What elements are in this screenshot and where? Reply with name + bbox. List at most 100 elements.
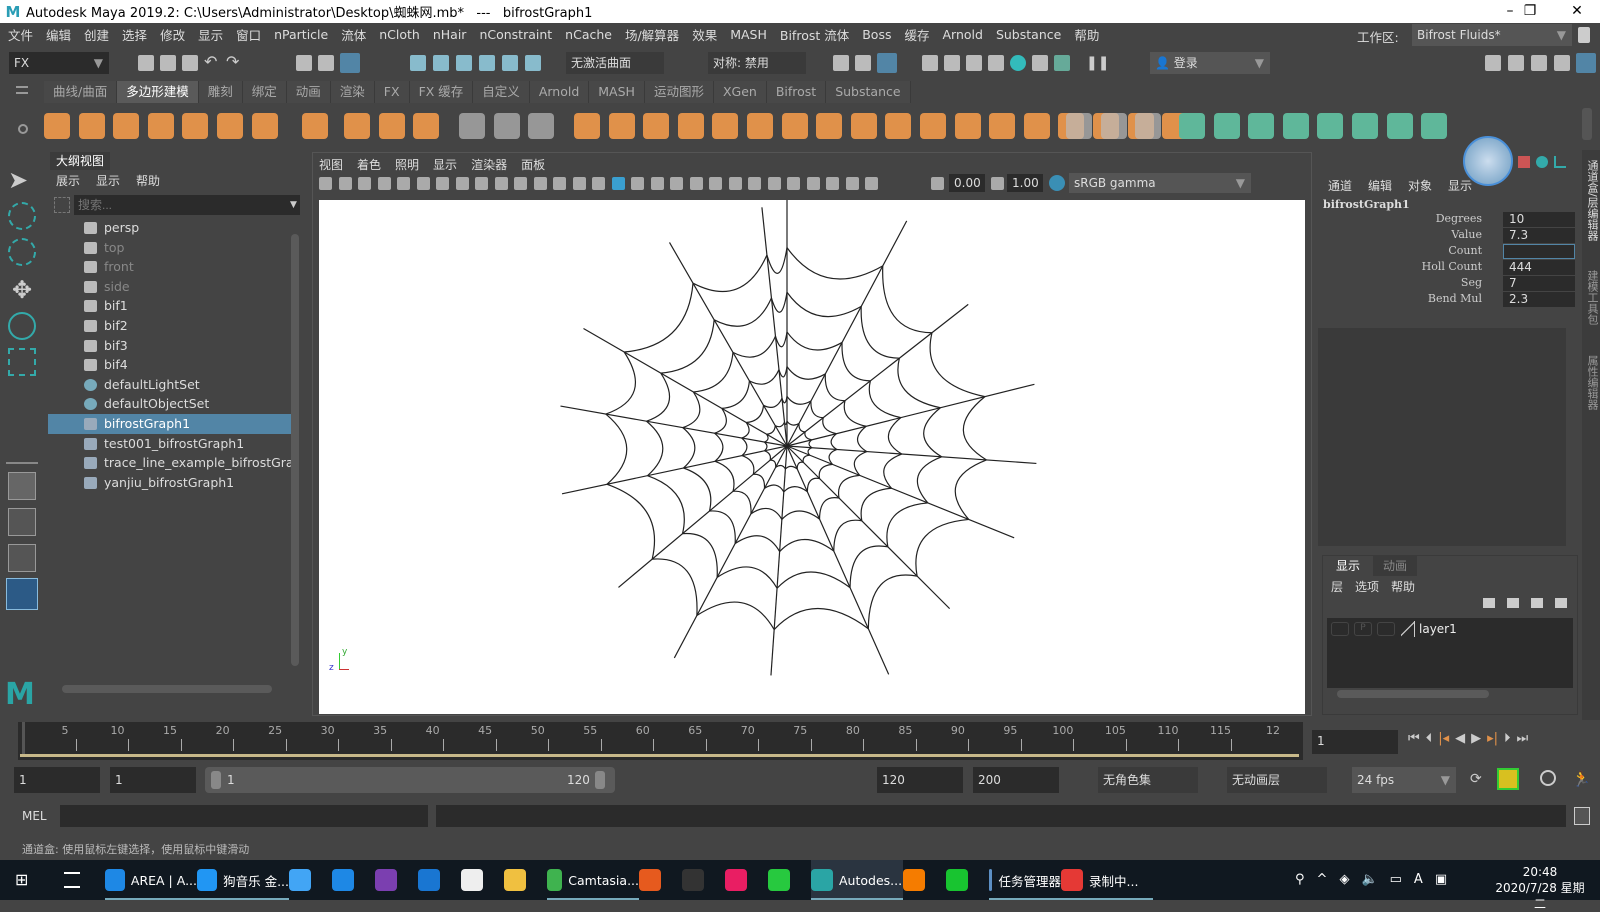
sphere-icon[interactable] [44,113,70,139]
layer-menu-layers[interactable]: 层 [1331,578,1343,595]
move-tool-icon[interactable]: ✥ [8,276,36,304]
xray-components-icon[interactable] [865,177,878,190]
paint-select-tool-icon[interactable] [8,238,36,266]
tab-attribute-editor[interactable]: 属性编辑器 [1584,355,1599,410]
current-frame-field[interactable]: 1 [1312,730,1398,754]
outliner-menu-show[interactable]: 展示 [56,172,80,189]
separate-icon[interactable] [608,113,635,139]
snap-curve-icon[interactable] [433,55,449,71]
shelf-tab[interactable]: Substance [826,81,911,103]
2d-pan-zoom-icon[interactable] [416,177,430,190]
viewport-menu-renderer[interactable]: 渲染器 [471,156,507,173]
shelf-tab[interactable]: MASH [589,81,645,103]
sculpt-icon[interactable] [459,113,485,139]
shadows-icon[interactable] [709,177,722,190]
layer-color-swatch[interactable] [1401,621,1415,637]
extrude-icon[interactable] [712,113,739,139]
range-end-handle[interactable] [595,771,605,789]
outliner-item[interactable]: bif2 [48,316,294,336]
viewport-menu-lighting[interactable]: 照明 [395,156,419,173]
gate-mask-icon[interactable] [514,177,527,190]
slide-icon[interactable] [1135,113,1162,139]
new-layer-icon[interactable] [1531,598,1543,608]
new-layer-selected-icon[interactable] [1555,598,1567,608]
viewport-canvas[interactable]: y z [319,198,1305,714]
network-icon[interactable]: ◈ [1339,872,1349,887]
maximize-button[interactable]: ❐ [1507,0,1553,23]
exposure-field[interactable]: 0.00 [949,174,985,192]
select-tool-icon[interactable]: ➤ [8,166,36,194]
combine-icon[interactable] [574,113,600,139]
cone-icon[interactable] [147,113,174,139]
channel-box-menu-edit[interactable]: 编辑 [1368,177,1392,194]
shelf-tab[interactable]: 运动图形 [644,81,714,103]
character-controls-icon[interactable] [1508,55,1524,71]
snap-point-icon[interactable] [456,55,472,71]
layer-hscrollbar[interactable] [1337,690,1489,698]
taskbar-app[interactable] [725,860,768,900]
disc-icon[interactable] [251,113,278,139]
mel-label[interactable]: MEL [22,809,47,823]
outliner-item[interactable]: top [48,238,294,258]
depth-of-field-icon[interactable] [787,177,800,190]
outliner-item[interactable]: yanjiu_bifrostGraph1 [48,473,294,493]
menu-item[interactable]: nConstraint [479,27,552,42]
pause-icon[interactable]: ❚❚ [1086,55,1109,71]
attribute-editor-icon[interactable] [1531,55,1547,71]
viewport-menu-shading[interactable]: 着色 [357,156,381,173]
wedge-icon[interactable] [1066,113,1092,139]
color-space-dropdown[interactable]: sRGB gamma ▼ [1069,173,1251,193]
outliner-item[interactable]: test001_bifrostGraph1 [48,434,294,454]
windows-start-icon[interactable]: ⊞ [15,872,31,888]
menu-item[interactable]: 选择 [122,25,147,44]
taskbar-app[interactable]: 狗音乐 金... [197,860,289,900]
taskbar-app[interactable] [418,860,461,900]
outliner-tab[interactable]: 大纲视图 [50,152,110,170]
menu-item[interactable]: 效果 [692,25,717,44]
exposure-reset-icon[interactable] [931,177,944,190]
outliner-vscrollbar[interactable] [291,234,299,666]
script-editor-icon[interactable] [1574,807,1590,825]
tool-settings-icon[interactable] [1554,55,1570,71]
arnold-ipr-icon[interactable] [1054,55,1070,71]
render-view-icon[interactable] [922,55,938,71]
default-material-icon[interactable] [631,177,644,190]
snap-surface-icon[interactable] [502,55,518,71]
menu-item[interactable]: nHair [433,27,467,42]
plane-icon[interactable] [217,113,243,139]
shelf-tab[interactable]: 雕刻 [198,81,243,103]
snap-view-icon[interactable] [479,55,495,71]
outliner-layout-icon[interactable] [6,578,38,610]
render-frame-icon[interactable] [944,55,960,71]
range-start-handle[interactable] [211,771,221,789]
menu-item[interactable]: 文件 [8,25,33,44]
rotate-view-icon[interactable] [1536,156,1548,168]
redo-icon[interactable]: ↷ [226,54,242,71]
fill-icon[interactable] [850,113,877,139]
taskbar-app[interactable]: 任务管理器 [989,860,1061,900]
camera-attributes-icon[interactable] [358,177,371,190]
workspace-dropdown[interactable]: Bifrost Fluids* ▼ [1412,24,1572,46]
snap-grid-icon[interactable] [410,55,426,71]
outliner-item[interactable]: defaultObjectSet [48,394,294,414]
attr-value-field[interactable]: 7 [1503,276,1575,291]
shelf-tab[interactable]: 渲染 [330,81,375,103]
contour-icon[interactable] [1386,113,1413,139]
taskbar-app[interactable] [639,860,682,900]
symmetry-dropdown[interactable]: 对称: 禁用 [708,52,806,74]
step-back-frame-icon[interactable]: ⏴ [1426,731,1433,751]
tab-modeling-toolkit[interactable]: 建模工具包 [1584,270,1599,325]
attr-value-field[interactable]: 7.3 [1503,228,1575,243]
connect-icon[interactable] [989,113,1016,139]
range-slider[interactable]: 1 120 [205,767,615,793]
resolution-gate-icon[interactable] [494,177,508,190]
outliner-item[interactable]: bifrostGraph1 [48,414,294,434]
viewport-menu-panels[interactable]: 面板 [521,156,545,173]
xray-joints-icon[interactable] [845,177,859,190]
notification-icon[interactable]: ▣ [1435,872,1447,887]
shelf-settings-icon[interactable] [18,124,28,134]
play-backward-icon[interactable]: ◀ [1455,731,1465,751]
insert-edge-icon[interactable] [885,113,912,139]
move-layer-up-icon[interactable] [1483,598,1495,608]
motion-blur-icon[interactable] [748,177,761,190]
